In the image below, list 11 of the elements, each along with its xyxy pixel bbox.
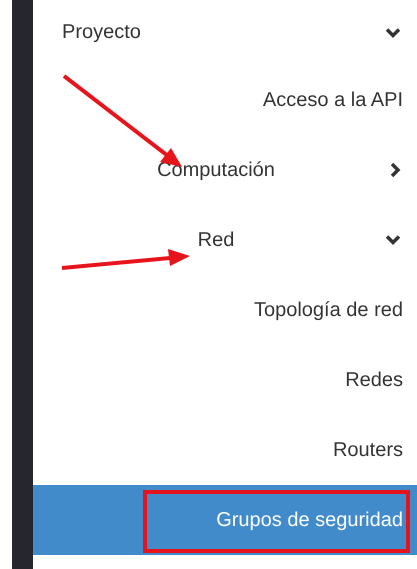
menu-item[interactable]: Redes bbox=[33, 345, 417, 415]
menu-group[interactable]: Computación bbox=[33, 135, 417, 205]
menu-item[interactable]: Topología de red bbox=[33, 275, 417, 345]
chevron-down-icon bbox=[385, 234, 401, 246]
chevron-right-icon bbox=[390, 162, 401, 178]
menu-item[interactable]: Routers bbox=[33, 415, 417, 485]
chevron-down-icon bbox=[385, 27, 401, 38]
section-header[interactable]: Proyecto bbox=[33, 0, 417, 65]
menu-item[interactable]: Acceso a la API bbox=[33, 65, 417, 135]
menu-item[interactable]: Grupos de seguridad bbox=[33, 485, 417, 555]
menu-group[interactable]: Red bbox=[33, 205, 417, 275]
